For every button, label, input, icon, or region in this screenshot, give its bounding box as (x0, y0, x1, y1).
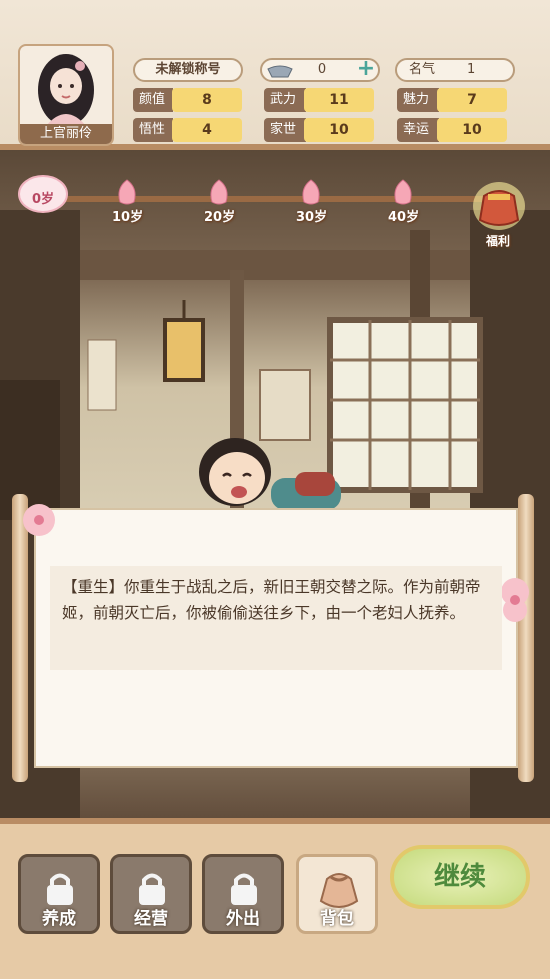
stat-label-charm: 魅力 (397, 88, 439, 112)
gift-bag-icon (473, 182, 525, 230)
stat-value-family: 10 (304, 118, 374, 142)
avatar-portrait (38, 54, 94, 126)
player-name: 上官丽伶 (20, 124, 112, 144)
welfare-label: 福利 (486, 234, 511, 248)
status-header: 上官丽伶 未解锁称号 0 + 名气 1 颜值 8 武力 11 魅力 7 悟性 4… (0, 0, 550, 150)
stat-label-appearance: 颜值 (133, 88, 173, 112)
stat-label-luck: 幸运 (397, 118, 439, 142)
stat-label-wisdom: 悟性 (133, 118, 173, 142)
milestone-label-30: 30岁 (296, 210, 328, 225)
stat-value-wisdom: 4 (172, 118, 242, 142)
story-text: 【重生】你重生于战乱之后，新旧王朝交替之际。作为前朝帝姬，前朝灭亡后，你被偷偷送… (50, 566, 502, 670)
currency-display: 0 + (260, 58, 380, 82)
current-age-label: 0岁 (32, 192, 55, 207)
nav-label-cultivate: 养成 (42, 909, 76, 929)
nav-label-bag: 背包 (320, 909, 354, 929)
stat-label-force: 武力 (264, 88, 306, 112)
nav-label-outing: 外出 (226, 909, 260, 929)
scroll-roller-right (518, 494, 534, 782)
age-timeline-bar (40, 196, 500, 202)
milestone-label-20: 20岁 (204, 210, 236, 225)
player-avatar[interactable]: 上官丽伶 (18, 44, 114, 146)
milestone-label-10: 10岁 (112, 210, 144, 225)
title-badge[interactable]: 未解锁称号 (133, 58, 243, 82)
cherry-blossom-icon (23, 504, 55, 536)
fame-label: 名气 (409, 62, 436, 77)
fame-value: 1 (467, 62, 476, 77)
nav-button-outing[interactable]: 外出 (202, 854, 284, 934)
milestone-peach-icon (118, 179, 136, 205)
stat-label-family: 家世 (264, 118, 306, 142)
stat-value-luck: 10 (437, 118, 507, 142)
milestone-label-40: 40岁 (388, 210, 420, 225)
continue-button[interactable]: 继续 (390, 845, 530, 909)
add-currency-icon[interactable]: + (356, 58, 376, 80)
lock-icon (47, 873, 73, 905)
nav-label-manage: 经营 (134, 909, 168, 929)
nav-button-cultivate[interactable]: 养成 (18, 854, 100, 934)
stat-value-appearance: 8 (172, 88, 242, 112)
lock-icon (231, 873, 257, 905)
stat-value-charm: 7 (437, 88, 507, 112)
nav-button-bag[interactable]: 背包 (296, 854, 378, 934)
milestone-peach-icon (394, 179, 412, 205)
fame-display: 名气 1 (395, 58, 515, 82)
milestone-peach-icon (302, 179, 320, 205)
welfare-reward-button[interactable]: 福利 (466, 176, 532, 248)
lock-icon (139, 873, 165, 905)
stat-value-force: 11 (304, 88, 374, 112)
nav-button-manage[interactable]: 经营 (110, 854, 192, 934)
milestone-peach-icon (210, 179, 228, 205)
